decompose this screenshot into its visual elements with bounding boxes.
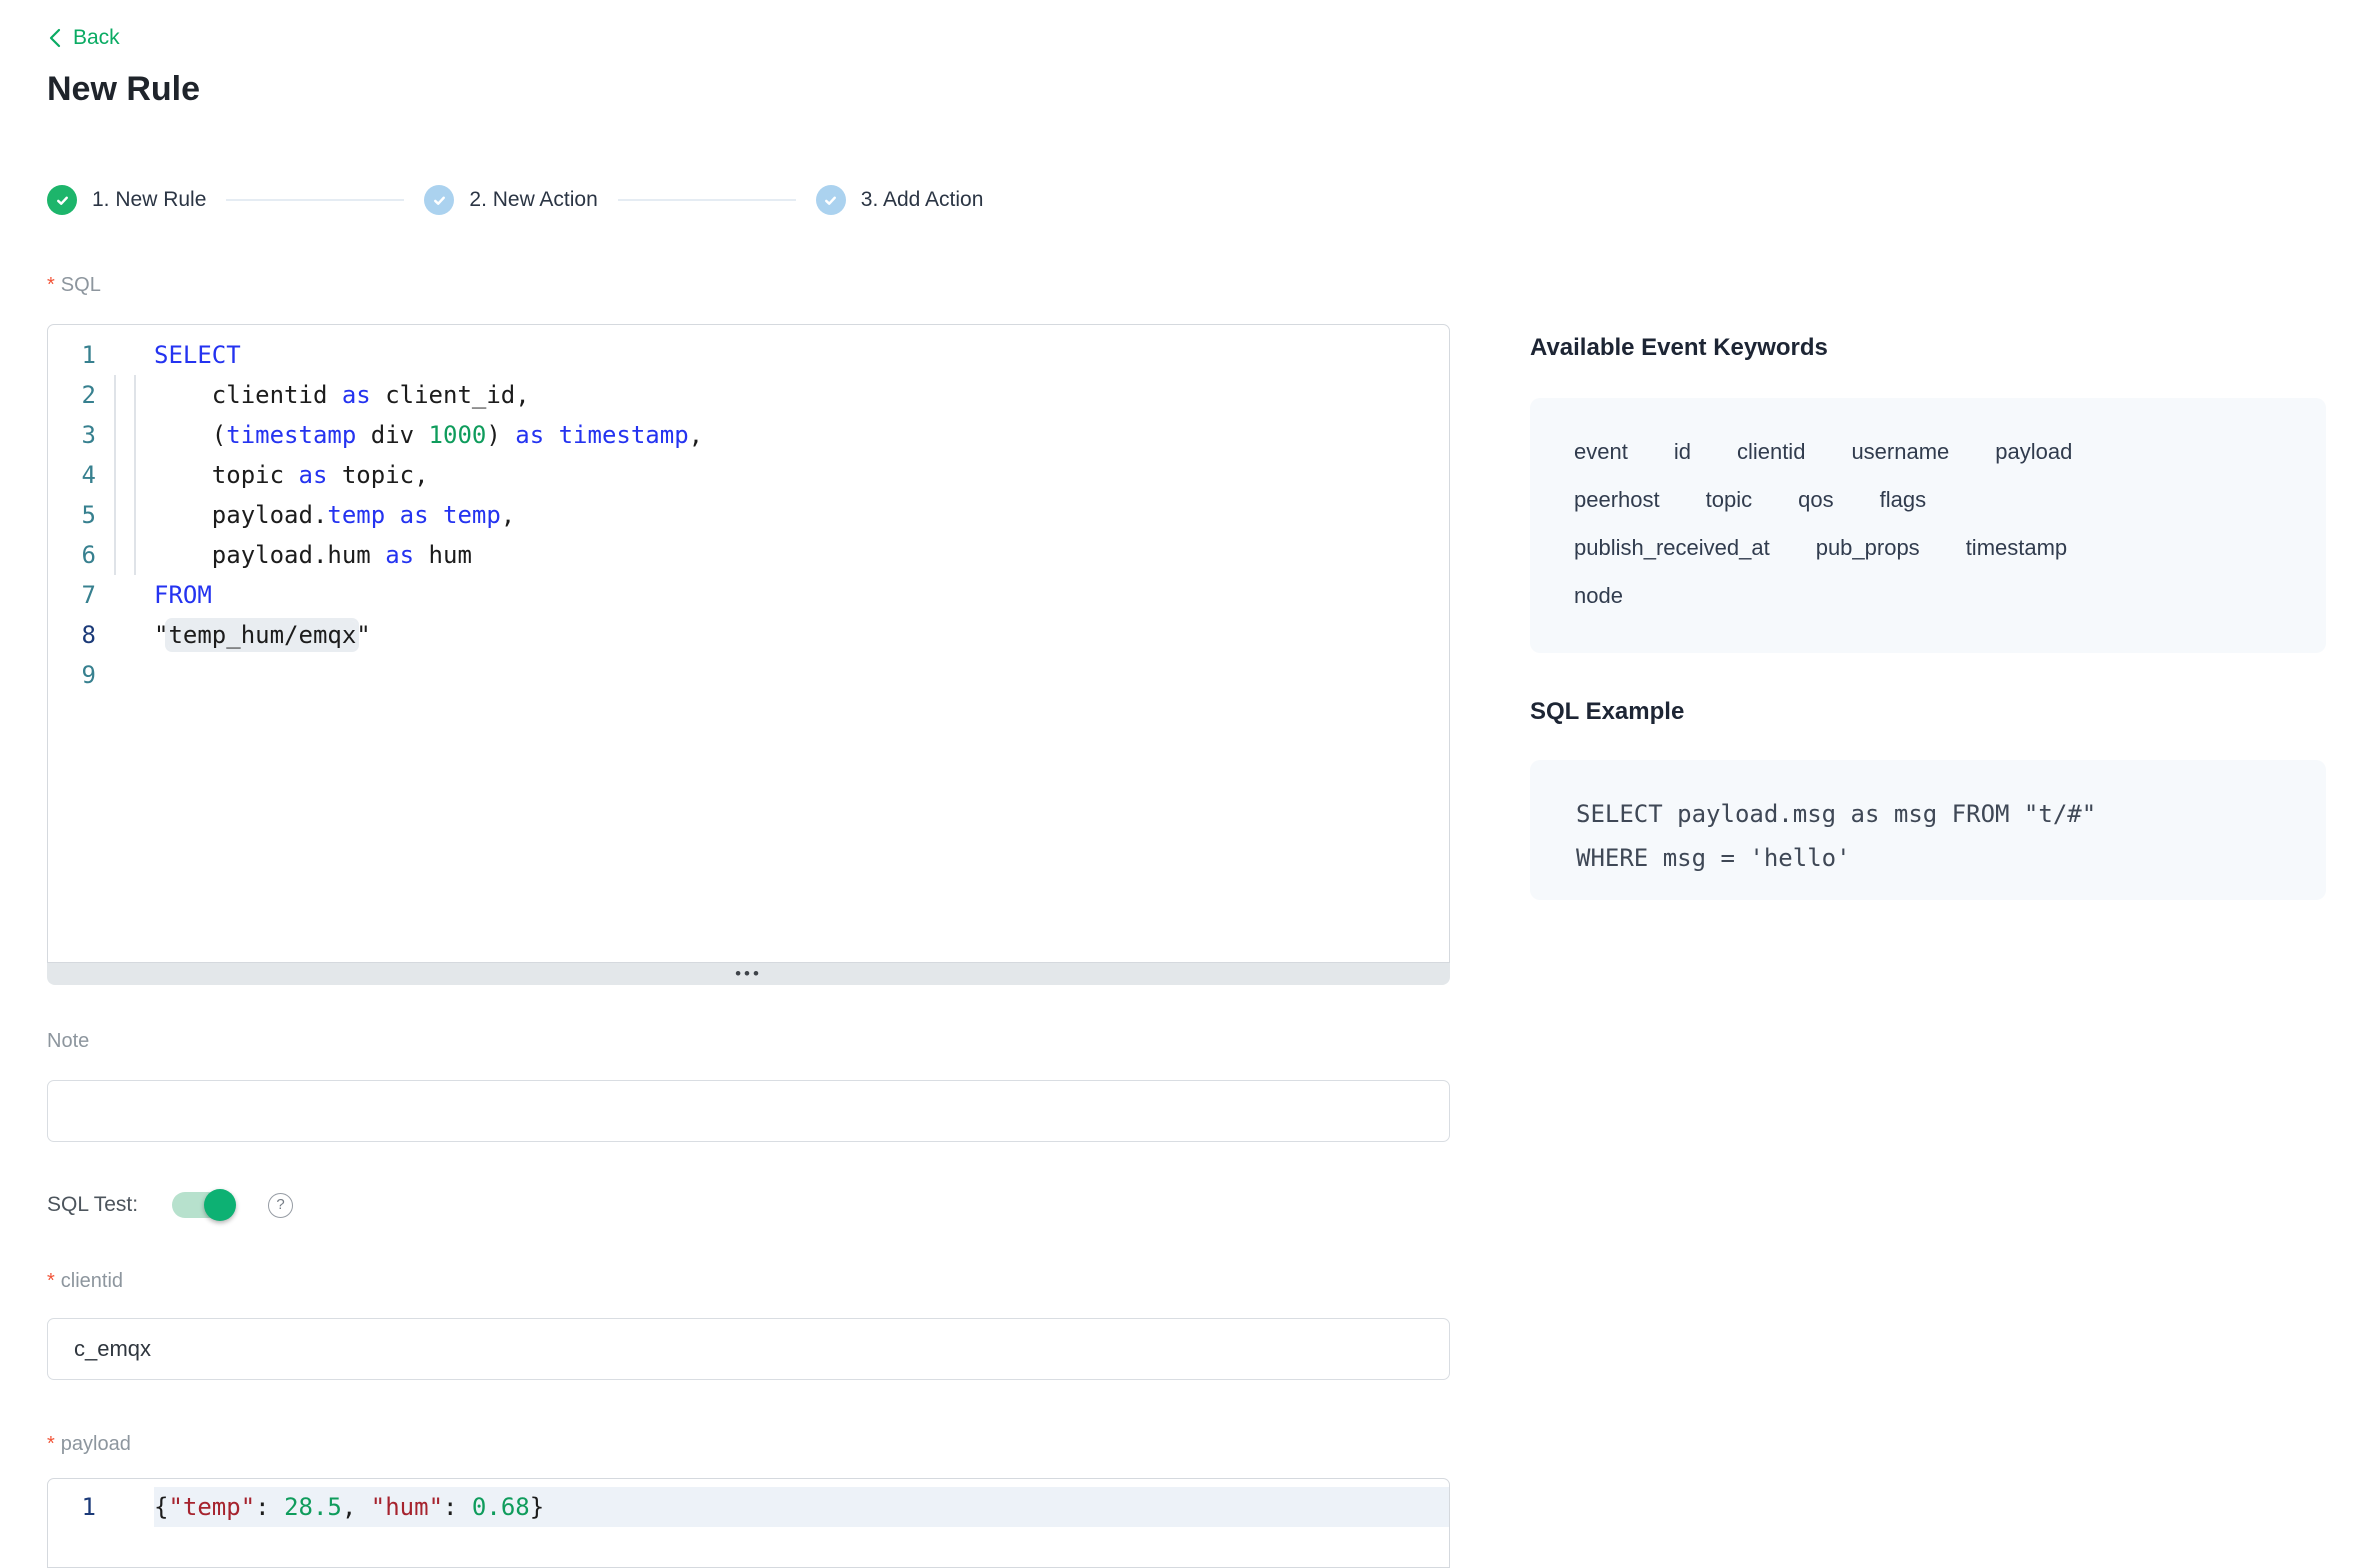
code-text: {"temp": 28.5, "hum": 0.68} xyxy=(154,1487,1449,1527)
code-text: payload.hum as hum xyxy=(154,535,1449,575)
indent-guide xyxy=(96,1487,154,1527)
payload-code-editor[interactable]: 1 {"temp": 28.5, "hum": 0.68} xyxy=(47,1478,1450,1568)
code-text: FROM xyxy=(154,575,1449,615)
keywords-title: Available Event Keywords xyxy=(1530,334,1828,362)
sql-code-editor[interactable]: 1SELECT2 clientid as client_id,3 (timest… xyxy=(47,324,1450,963)
line-number: 6 xyxy=(48,535,96,575)
keyword-clientid[interactable]: clientid xyxy=(1737,428,1805,476)
keyword-event[interactable]: event xyxy=(1574,428,1628,476)
step-item-2[interactable]: 2. New Action xyxy=(424,185,597,215)
line-number: 4 xyxy=(48,455,96,495)
payload-editor-lines: 1 {"temp": 28.5, "hum": 0.68} xyxy=(48,1487,1449,1527)
keyword-id[interactable]: id xyxy=(1674,428,1691,476)
payload-field-label: *payload xyxy=(47,1433,131,1456)
keyword-row: eventid clientid username payload xyxy=(1574,428,2282,476)
keyword-payload[interactable]: payload xyxy=(1995,428,2072,476)
keyword-username[interactable]: username xyxy=(1851,428,1949,476)
sql-example-line: WHERE msg = 'hello' xyxy=(1576,836,2280,880)
required-marker: * xyxy=(47,1270,55,1292)
code-line: 1 SELECT xyxy=(48,335,1449,375)
note-field-label: Note xyxy=(47,1030,89,1053)
keyword-row: node xyxy=(1574,572,2282,620)
clientid-field-label: *clientid xyxy=(47,1270,123,1293)
chevron-left-icon xyxy=(47,27,64,49)
note-input[interactable] xyxy=(47,1080,1450,1142)
keyword-node[interactable]: node xyxy=(1574,572,1623,620)
keyword-flags[interactable]: flags xyxy=(1880,476,1926,524)
required-marker: * xyxy=(47,274,55,296)
back-link[interactable]: Back xyxy=(47,26,120,50)
line-number: 9 xyxy=(48,655,96,695)
code-text: (timestamp div 1000) as timestamp, xyxy=(154,415,1449,455)
sql-example-box: SELECT payload.msg as msg FROM "t/#"WHER… xyxy=(1530,760,2326,900)
code-line: 8 "temp_hum/emqx" xyxy=(48,615,1449,655)
keyword-publish_received_at[interactable]: publish_received_at xyxy=(1574,524,1770,572)
code-line: 9 xyxy=(48,655,1449,695)
step-check-icon xyxy=(816,185,846,215)
sql-editor-resize-handle[interactable]: ••• xyxy=(47,963,1450,985)
indent-guide xyxy=(96,495,154,535)
step-connector xyxy=(618,199,796,201)
step-connector xyxy=(226,199,404,201)
keywords-box: eventid clientid username payload peerhost to… xyxy=(1530,398,2326,653)
line-number: 7 xyxy=(48,575,96,615)
indent-guide xyxy=(96,535,154,575)
toggle-knob xyxy=(204,1189,236,1221)
code-line: 7 FROM xyxy=(48,575,1449,615)
line-number: 1 xyxy=(48,1487,96,1527)
step-check-icon xyxy=(424,185,454,215)
sql-field-label: *SQL xyxy=(47,274,101,297)
keyword-timestamp[interactable]: timestamp xyxy=(1966,524,2067,572)
indent-guide xyxy=(96,575,154,615)
sql-example-title: SQL Example xyxy=(1530,698,1684,726)
code-line: 1 {"temp": 28.5, "hum": 0.68} xyxy=(48,1487,1449,1527)
keyword-row: publish_received_at pub_props timestamp xyxy=(1574,524,2282,572)
back-label: Back xyxy=(73,26,120,50)
line-number: 5 xyxy=(48,495,96,535)
clientid-input[interactable] xyxy=(47,1318,1450,1380)
step-label: 2. New Action xyxy=(469,188,597,212)
step-item-1[interactable]: 1. New Rule xyxy=(47,185,206,215)
code-line: 2 clientid as client_id, xyxy=(48,375,1449,415)
indent-guide xyxy=(96,655,154,695)
code-text: clientid as client_id, xyxy=(154,375,1449,415)
indent-guide xyxy=(96,615,154,655)
step-label: 3. Add Action xyxy=(861,188,984,212)
indent-guide xyxy=(96,415,154,455)
keyword-qos[interactable]: qos xyxy=(1798,476,1833,524)
code-text: payload.temp as temp, xyxy=(154,495,1449,535)
code-line: 5 payload.temp as temp, xyxy=(48,495,1449,535)
line-number: 8 xyxy=(48,615,96,655)
required-marker: * xyxy=(47,1433,55,1455)
sql-test-label: SQL Test: xyxy=(47,1193,138,1217)
indent-guide xyxy=(96,335,154,375)
line-number: 1 xyxy=(48,335,96,375)
keyword-row: peerhost topic qos flags xyxy=(1574,476,2282,524)
code-line: 3 (timestamp div 1000) as timestamp, xyxy=(48,415,1449,455)
code-text: "temp_hum/emqx" xyxy=(154,615,1449,655)
page-title: New Rule xyxy=(47,70,200,109)
code-line: 4 topic as topic, xyxy=(48,455,1449,495)
sql-example-line: SELECT payload.msg as msg FROM "t/#" xyxy=(1576,792,2280,836)
keyword-peerhost[interactable]: peerhost xyxy=(1574,476,1660,524)
indent-guide xyxy=(96,375,154,415)
step-label: 1. New Rule xyxy=(92,188,206,212)
step-check-icon xyxy=(47,185,77,215)
line-number: 3 xyxy=(48,415,96,455)
sql-test-toggle[interactable] xyxy=(172,1192,234,1218)
keyword-pub_props[interactable]: pub_props xyxy=(1816,524,1920,572)
code-line: 6 payload.hum as hum xyxy=(48,535,1449,575)
help-icon[interactable]: ? xyxy=(268,1193,293,1218)
sql-editor-lines: 1SELECT2 clientid as client_id,3 (timest… xyxy=(48,335,1449,695)
resize-dots-icon: ••• xyxy=(735,963,762,985)
code-text: SELECT xyxy=(154,335,1449,375)
code-text: topic as topic, xyxy=(154,455,1449,495)
step-bar: 1. New Rule 2. New Action 3. Add Action xyxy=(47,182,983,218)
line-number: 2 xyxy=(48,375,96,415)
code-text xyxy=(154,655,1449,695)
indent-guide xyxy=(96,455,154,495)
keyword-topic[interactable]: topic xyxy=(1706,476,1752,524)
step-item-3[interactable]: 3. Add Action xyxy=(816,185,984,215)
